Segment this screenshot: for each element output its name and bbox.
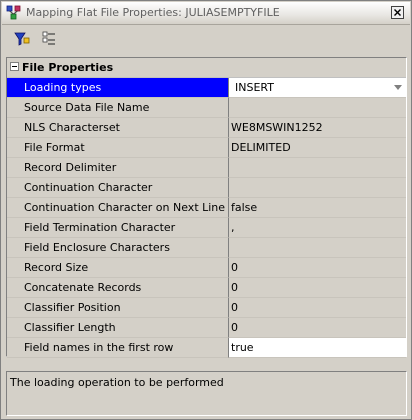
property-value[interactable]: 0: [229, 298, 406, 318]
description-text: The loading operation to be performed: [10, 376, 224, 389]
property-row[interactable]: Concatenate Records 0: [7, 278, 406, 298]
property-name[interactable]: Record Delimiter: [7, 158, 229, 178]
property-name[interactable]: Continuation Character on Next Line: [7, 198, 229, 218]
property-value[interactable]: 0: [229, 278, 406, 298]
property-name[interactable]: Loading types: [7, 78, 229, 98]
property-name[interactable]: Record Size: [7, 258, 229, 278]
property-row[interactable]: Classifier Position 0: [7, 298, 406, 318]
filter-properties-icon: [14, 32, 30, 46]
collapse-icon[interactable]: [10, 62, 19, 71]
property-name[interactable]: Concatenate Records: [7, 278, 229, 298]
property-value-text: INSERT: [235, 81, 274, 94]
property-value-text: true: [231, 341, 254, 354]
property-value[interactable]: [229, 238, 406, 258]
property-value[interactable]: 0: [229, 258, 406, 278]
property-row[interactable]: Record Size 0: [7, 258, 406, 278]
property-row[interactable]: NLS Characterset WE8MSWIN1252: [7, 118, 406, 138]
property-row[interactable]: Continuation Character on Next Line false: [7, 198, 406, 218]
mapping-properties-icon: [6, 5, 21, 20]
property-name[interactable]: Source Data File Name: [7, 98, 229, 118]
window-title: Mapping Flat File Properties: JULIASEMPT…: [26, 6, 280, 19]
property-row[interactable]: Classifier Length 0: [7, 318, 406, 338]
property-value-text: 0: [231, 261, 238, 274]
property-name[interactable]: Field Termination Character: [7, 218, 229, 238]
property-row[interactable]: Field names in the first row true: [7, 338, 406, 358]
property-name[interactable]: Classifier Length: [7, 318, 229, 338]
property-value-text: false: [231, 201, 258, 214]
property-value-dropdown[interactable]: INSERT: [229, 78, 406, 98]
property-row[interactable]: Continuation Character: [7, 178, 406, 198]
property-value[interactable]: [229, 158, 406, 178]
property-value-text: 0: [231, 321, 238, 334]
property-row[interactable]: Field Enclosure Characters: [7, 238, 406, 258]
toolbar: [2, 25, 410, 53]
close-icon: [394, 9, 401, 16]
property-value[interactable]: ,: [229, 218, 406, 238]
property-value[interactable]: [229, 98, 406, 118]
property-value[interactable]: false: [229, 198, 406, 218]
property-value[interactable]: [229, 178, 406, 198]
property-value-text: 0: [231, 281, 238, 294]
property-row[interactable]: Loading types INSERT: [7, 78, 406, 98]
close-button[interactable]: [391, 6, 404, 19]
property-name[interactable]: NLS Characterset: [7, 118, 229, 138]
category-file-properties[interactable]: File Properties: [7, 58, 406, 78]
chevron-down-icon[interactable]: [394, 85, 402, 90]
property-value[interactable]: 0: [229, 318, 406, 338]
property-name[interactable]: File Format: [7, 138, 229, 158]
property-value-text: 0: [231, 301, 238, 314]
property-value[interactable]: true: [229, 338, 406, 358]
property-name[interactable]: Continuation Character: [7, 178, 229, 198]
property-name[interactable]: Field names in the first row: [7, 338, 229, 358]
filter-properties-button[interactable]: [12, 29, 32, 49]
categorize-properties-icon: [42, 31, 55, 45]
property-value[interactable]: DELIMITED: [229, 138, 406, 158]
property-grid: File Properties Loading types INSERT Sourc…: [6, 57, 407, 358]
property-row[interactable]: Field Termination Character,: [7, 218, 406, 238]
property-value-text: WE8MSWIN1252: [231, 121, 323, 134]
title-bar[interactable]: Mapping Flat File Properties: JULIASEMPT…: [2, 2, 410, 25]
property-value-text: ,: [231, 221, 235, 234]
splitter[interactable]: [6, 361, 407, 367]
property-value-text: DELIMITED: [231, 141, 291, 154]
properties-window: Mapping Flat File Properties: JULIASEMPT…: [0, 0, 412, 420]
property-value[interactable]: WE8MSWIN1252: [229, 118, 406, 138]
categorize-properties-button[interactable]: [40, 29, 60, 49]
property-row[interactable]: Source Data File Name: [7, 98, 406, 118]
property-row[interactable]: Record Delimiter: [7, 158, 406, 178]
property-row[interactable]: File Format DELIMITED: [7, 138, 406, 158]
property-name[interactable]: Classifier Position: [7, 298, 229, 318]
category-label: File Properties: [22, 61, 114, 74]
property-name[interactable]: Field Enclosure Characters: [7, 238, 229, 258]
description-panel: The loading operation to be performed: [6, 371, 407, 416]
